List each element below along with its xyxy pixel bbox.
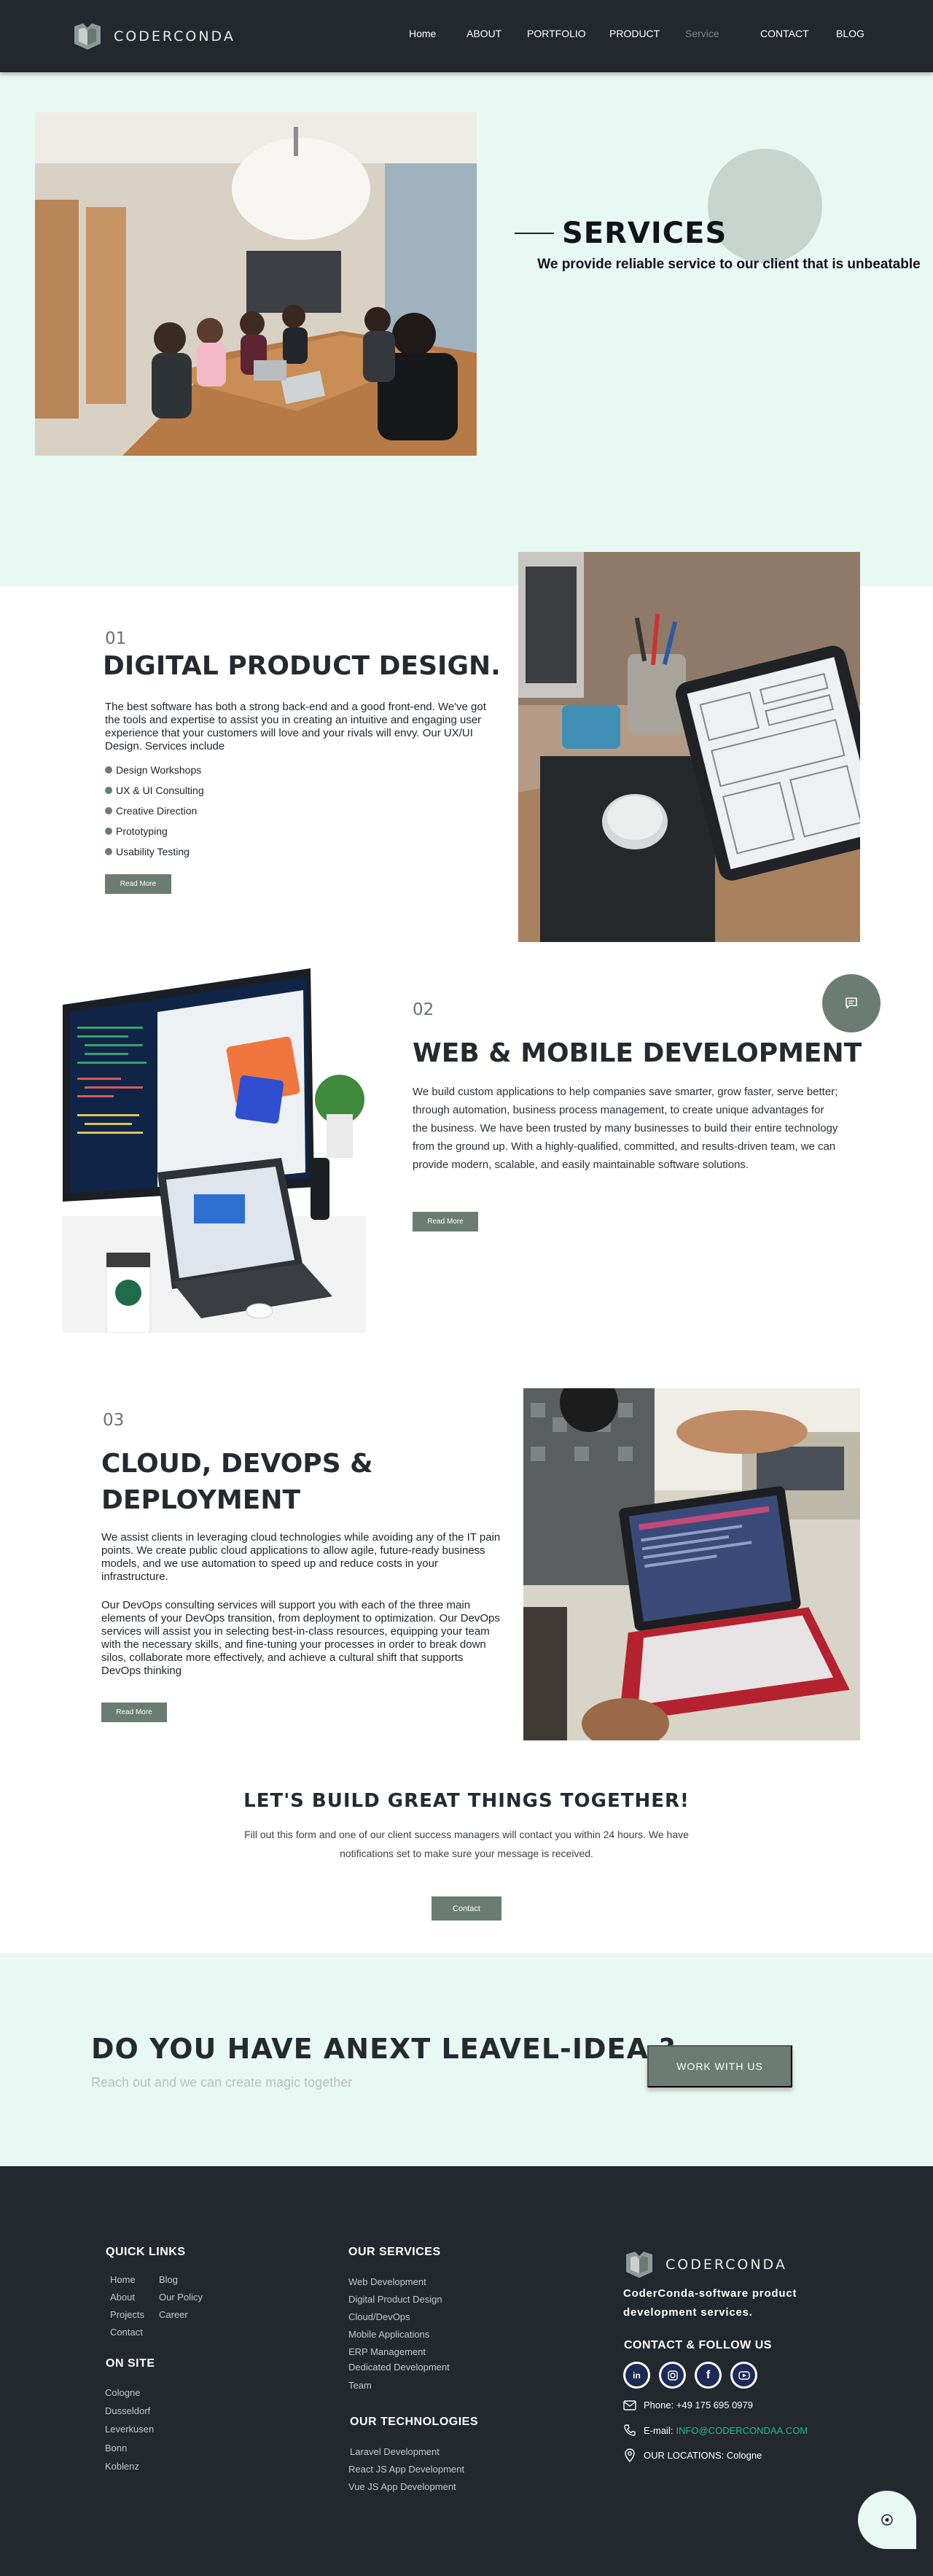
footer-tagline: CoderConda-software product development … [623, 2287, 797, 2319]
service-description-2: Our DevOps consulting services will supp… [101, 1599, 500, 1677]
idea-title: DO YOU HAVE ANEXT LEAVEL-IDEA ? [91, 2033, 676, 2065]
devices-desk-photo [63, 968, 366, 1333]
service-number: 02 [413, 1000, 434, 1019]
phone-text: Phone: +49 175 695 0979 [644, 2400, 754, 2410]
service-description: We assist clients in leveraging cloud te… [101, 1531, 501, 1583]
list-item: Prototyping [105, 824, 204, 844]
linkedin-icon[interactable]: in [623, 2362, 650, 2389]
footer-service-link[interactable]: Web Development [348, 2276, 426, 2287]
footer-email[interactable]: E-mail: INFO@CODERCONDAA.COM [623, 2424, 808, 2437]
footer-service-link[interactable]: Cloud/DevOps [348, 2311, 410, 2322]
list-item: Usability Testing [105, 844, 204, 865]
coderconda-logo-icon [626, 2252, 652, 2278]
location-text: OUR LOCATIONS: Cologne [644, 2449, 762, 2461]
on-site-title: ON SITE [106, 2357, 155, 2370]
youtube-icon[interactable] [730, 2362, 757, 2389]
nav-about[interactable]: ABOUT [466, 28, 501, 39]
footer-location[interactable]: Leverkusen [105, 2424, 154, 2435]
instagram-icon[interactable] [659, 2362, 686, 2389]
footer-service-link[interactable]: Dedicated Development [348, 2362, 450, 2373]
nav-service[interactable]: Service [685, 28, 719, 39]
service-description: We build custom applications to help com… [413, 1086, 838, 1171]
cta-text: Fill out this form and one of our client… [244, 1829, 689, 1859]
services-hero: SERVICES We provide reliable service to … [0, 72, 933, 586]
footer-link-policy[interactable]: Our Policy [159, 2292, 203, 2303]
footer-service-link[interactable]: Team [348, 2380, 372, 2391]
footer: QUICK LINKS Home About Projects Contact … [0, 2166, 933, 2576]
read-more-button[interactable]: Read More [413, 1212, 478, 1231]
footer-brand[interactable]: CODERCONDA [623, 2250, 787, 2279]
idea-subtitle: Reach out and we can create magic togeth… [91, 2075, 353, 2090]
brand-name: CODERCONDA [665, 2257, 787, 2273]
contact-follow-title: CONTACT & FOLLOW US [624, 2339, 772, 2351]
title-line [515, 233, 554, 234]
quick-links-title: QUICK LINKS [106, 2246, 186, 2258]
service-title: WEB & MOBILE DEVELOPMENT [413, 1038, 862, 1068]
footer-tech-link[interactable]: Vue JS App Development [348, 2481, 456, 2492]
nav-contact[interactable]: CONTACT [760, 28, 809, 39]
footer-tech-link[interactable]: Laravel Development [350, 2446, 440, 2457]
read-more-button[interactable]: Read More [101, 1703, 167, 1722]
design-tablet-photo [518, 552, 860, 942]
navbar: CODERCONDA Home ABOUT PORTFOLIO PRODUCT … [0, 0, 933, 72]
meeting-room-photo [35, 112, 477, 456]
footer-location[interactable]: Bonn [105, 2443, 127, 2454]
list-item: Creative Direction [105, 803, 204, 824]
service-feature-list: Design Workshops UX & UI Consulting Crea… [105, 763, 204, 865]
contact-button[interactable]: Contact [432, 1896, 501, 1921]
cta-title: LET'S BUILD GREAT THINGS TOGETHER! [243, 1790, 690, 1812]
footer-location-row: OUR LOCATIONS: Cologne [623, 2448, 762, 2462]
phone-icon [624, 2424, 636, 2436]
nav-blog[interactable]: BLOG [836, 28, 864, 39]
email-address[interactable]: INFO@CODERCONDAA.COM [676, 2425, 808, 2436]
footer-link-contact[interactable]: Contact [110, 2327, 143, 2338]
scroll-to-top-button[interactable] [858, 2491, 916, 2549]
footer-link-blog[interactable]: Blog [159, 2274, 178, 2285]
nav-home[interactable]: Home [409, 28, 436, 39]
laptop-workers-photo [523, 1388, 860, 1740]
service-title-line1: CLOUD, DEVOPS & [101, 1449, 373, 1479]
chat-button[interactable] [822, 974, 881, 1032]
footer-service-link[interactable]: Mobile Applications [348, 2329, 429, 2340]
our-technologies-title: OUR TECHNOLOGIES [350, 2416, 479, 2428]
nav-product[interactable]: PRODUCT [609, 28, 660, 39]
footer-tech-link[interactable]: React JS App Development [348, 2464, 464, 2475]
idea-banner: DO YOU HAVE ANEXT LEAVEL-IDEA ? Reach ou… [0, 1953, 933, 2166]
service-description: The best software has both a strong back… [105, 701, 486, 752]
mail-icon [623, 2400, 636, 2410]
services-title: SERVICES [562, 217, 727, 250]
read-more-button[interactable]: Read More [105, 874, 171, 894]
chat-icon [846, 997, 857, 1009]
list-item: Design Workshops [105, 763, 204, 783]
footer-link-about[interactable]: About [110, 2292, 135, 2303]
service-number: 01 [105, 629, 127, 648]
footer-service-link[interactable]: ERP Management [348, 2346, 426, 2357]
work-with-us-button[interactable]: WORK WITH US [647, 2045, 792, 2087]
service-number: 03 [103, 1411, 125, 1430]
service-title: DIGITAL PRODUCT DESIGN. [103, 651, 501, 681]
list-item: UX & UI Consulting [105, 783, 204, 803]
main-nav: Home ABOUT PORTFOLIO PRODUCT Service CON… [0, 28, 933, 42]
footer-link-projects[interactable]: Projects [110, 2309, 144, 2320]
footer-link-career[interactable]: Career [159, 2309, 188, 2320]
email-label: E-mail: [644, 2424, 674, 2436]
footer-phone[interactable]: Phone: +49 175 695 0979 [623, 2400, 753, 2410]
our-services-title: OUR SERVICES [348, 2246, 441, 2258]
footer-link-home[interactable]: Home [110, 2274, 136, 2285]
facebook-icon[interactable]: f [695, 2362, 722, 2389]
circle-dot-icon [881, 2514, 893, 2526]
service-title-line2: DEPLOYMENT [101, 1485, 301, 1515]
location-pin-icon [625, 2448, 635, 2462]
footer-location[interactable]: Dusseldorf [105, 2405, 150, 2416]
footer-location[interactable]: Cologne [105, 2387, 140, 2398]
footer-location[interactable]: Koblenz [105, 2461, 139, 2472]
footer-service-link[interactable]: Digital Product Design [348, 2294, 442, 2305]
services-subtitle: We provide reliable service to our clien… [537, 257, 921, 272]
nav-portfolio[interactable]: PORTFOLIO [527, 28, 586, 39]
